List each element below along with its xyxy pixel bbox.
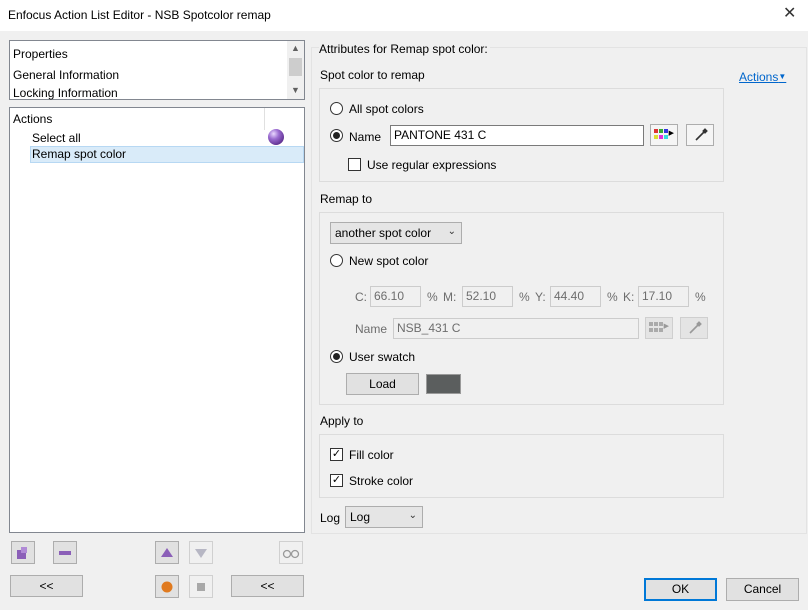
user-swatch-radio[interactable] (330, 350, 343, 363)
yellow-input[interactable]: 44.40 (550, 286, 601, 307)
arrow-down-icon (195, 549, 207, 558)
chevron-down-icon: ⌄ (408, 510, 417, 521)
load-button[interactable]: Load (346, 373, 419, 395)
magenta-percent: % (519, 290, 530, 304)
glasses-icon (282, 549, 300, 559)
eyedropper-button[interactable] (686, 124, 714, 146)
name-radio-label[interactable]: Name (349, 130, 381, 144)
properties-heading: Properties (13, 47, 68, 61)
scroll-thumb[interactable] (289, 58, 302, 76)
move-up-button[interactable] (155, 541, 179, 564)
action-item-select-all[interactable]: Select all (32, 131, 81, 145)
cyan-input[interactable]: 66.10 (370, 286, 421, 307)
fill-color-label[interactable]: Fill color (349, 448, 394, 462)
use-regex-label[interactable]: Use regular expressions (367, 158, 496, 172)
chevron-down-icon: ⌄ (447, 226, 456, 237)
ok-button[interactable]: OK (644, 578, 717, 601)
stop-button[interactable] (189, 575, 213, 598)
color-grid-icon (654, 129, 668, 141)
all-spot-colors-label[interactable]: All spot colors (349, 102, 424, 116)
scroll-up-icon[interactable]: ▲ (291, 43, 300, 53)
fill-color-checkbox[interactable]: ✓ (330, 448, 343, 461)
small-arrow-icon: ▶ (668, 130, 674, 137)
sphere-icon (268, 129, 284, 145)
color-grid-icon (649, 322, 663, 334)
cancel-button[interactable]: Cancel (726, 578, 799, 601)
dropdown-arrow-icon: ▼ (778, 72, 787, 81)
actions-menu-link[interactable]: Actions▼ (739, 70, 786, 84)
apply-group (319, 434, 724, 498)
log-value: Log (350, 510, 371, 524)
name-radio[interactable] (330, 129, 343, 142)
properties-item-general[interactable]: General Information (13, 68, 119, 82)
window-title: Enfocus Action List Editor - NSB Spotcol… (8, 8, 271, 22)
stop-icon (197, 583, 205, 591)
actions-link-label: Actions (739, 70, 779, 84)
run-icon (161, 581, 173, 593)
new-eyedropper-button[interactable] (680, 317, 708, 339)
new-spot-color-label[interactable]: New spot color (349, 254, 428, 268)
cyan-percent: % (427, 290, 438, 304)
black-percent: % (695, 290, 706, 304)
magenta-label: M: (443, 290, 457, 304)
arrow-up-icon (161, 548, 173, 557)
black-input[interactable]: 17.10 (638, 286, 689, 307)
add-action-button[interactable] (11, 541, 35, 564)
close-icon[interactable]: ✕ (783, 6, 796, 22)
use-regex-checkbox[interactable] (348, 158, 361, 171)
collapse-right-button[interactable]: << (231, 575, 304, 597)
attributes-title: Attributes for Remap spot color: (319, 42, 490, 56)
title-bar: Enfocus Action List Editor - NSB Spotcol… (0, 0, 808, 31)
log-label: Log (320, 511, 341, 525)
glasses-button[interactable] (279, 541, 303, 564)
black-label: K: (623, 290, 635, 304)
remove-icon (59, 551, 71, 555)
new-name-label: Name (355, 322, 388, 336)
user-swatch-label[interactable]: User swatch (349, 350, 415, 364)
all-spot-colors-radio[interactable] (330, 102, 343, 115)
spot-name-input[interactable]: PANTONE 431 C (390, 125, 644, 146)
log-select[interactable]: Log ⌄ (345, 506, 423, 528)
stroke-color-label[interactable]: Stroke color (349, 474, 413, 488)
move-down-button[interactable] (189, 541, 213, 564)
remove-action-button[interactable] (53, 541, 77, 564)
small-arrow-icon: ▶ (663, 323, 669, 330)
properties-scrollbar[interactable]: ▲ ▼ (287, 41, 304, 99)
yellow-percent: % (607, 290, 618, 304)
remap-mode-value: another spot color (335, 226, 432, 240)
spot-color-group-label: Spot color to remap (320, 68, 425, 82)
yellow-label: Y: (535, 290, 546, 304)
apply-group-label: Apply to (320, 414, 364, 428)
collapse-left-button[interactable]: << (10, 575, 83, 597)
properties-list[interactable]: Properties General Information Locking I… (9, 40, 305, 100)
scroll-down-icon[interactable]: ▼ (291, 85, 300, 95)
action-item-remap-spot-color[interactable]: Remap spot color (32, 147, 126, 161)
remap-group-label: Remap to (320, 192, 373, 206)
column-divider (264, 108, 265, 130)
stroke-color-checkbox[interactable]: ✓ (330, 474, 343, 487)
actions-tree[interactable]: Actions Select all Remap spot color (9, 107, 305, 533)
actions-heading: Actions (13, 112, 53, 126)
new-swatch-picker-button[interactable]: ▶ (645, 317, 673, 339)
new-name-input[interactable]: NSB_431 C (393, 318, 639, 339)
remap-mode-select[interactable]: another spot color ⌄ (330, 222, 462, 244)
swatch-picker-button[interactable]: ▶ (650, 124, 678, 146)
eyedropper-icon (689, 321, 702, 334)
magenta-input[interactable]: 52.10 (462, 286, 513, 307)
properties-item-locking[interactable]: Locking Information (13, 86, 118, 100)
run-button[interactable] (155, 575, 179, 598)
user-swatch-preview (426, 374, 461, 394)
cyan-label: C: (355, 290, 367, 304)
new-spot-color-radio[interactable] (330, 254, 343, 267)
add-action-icon (17, 547, 27, 559)
eyedropper-icon (695, 128, 708, 141)
